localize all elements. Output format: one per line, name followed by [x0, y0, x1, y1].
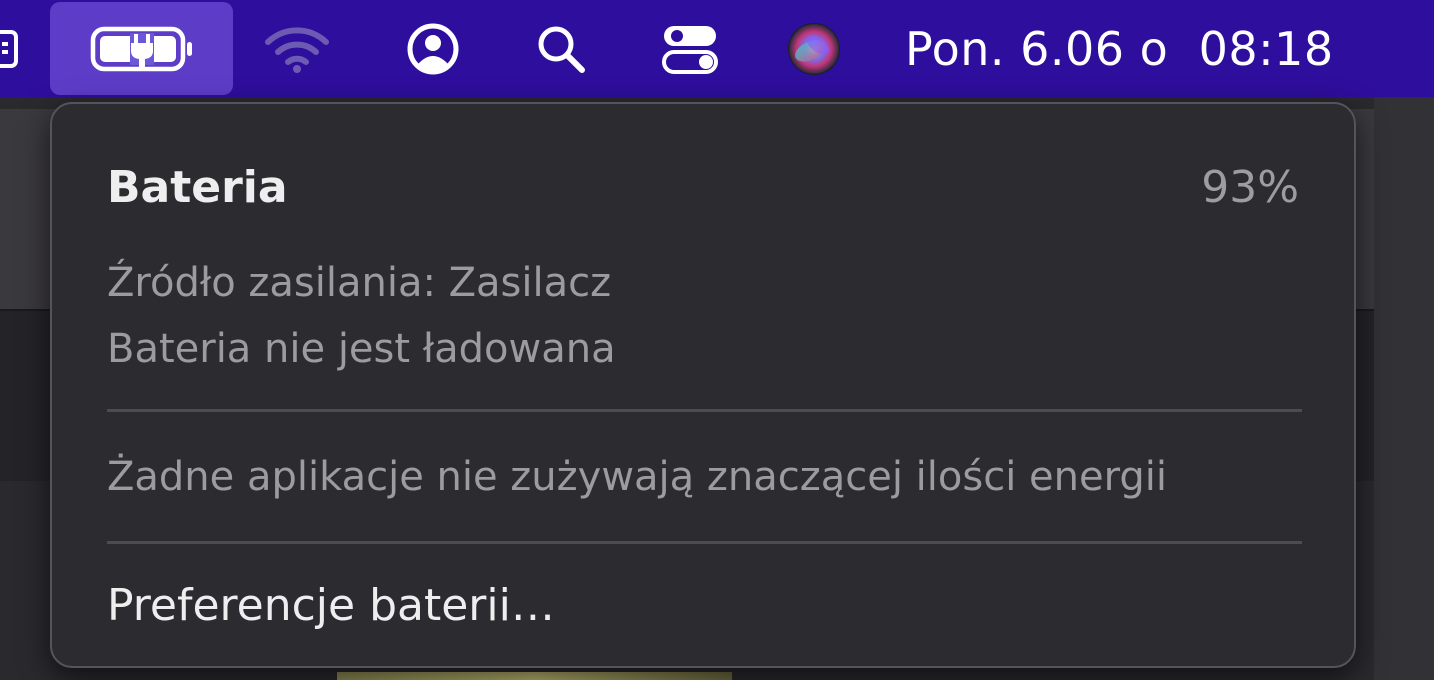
energy-usage-text: Żadne aplikacje nie zużywają znaczącej i…: [107, 454, 1167, 500]
battery-menu: Bateria 93% Źródło zasilania: Zasilacz B…: [50, 102, 1356, 668]
wifi-icon[interactable]: [262, 0, 332, 97]
charging-status-text: Bateria nie jest ładowana: [107, 326, 616, 372]
menu-separator: [107, 541, 1302, 544]
menu-bar: Pon. 6.06 o 08:18: [0, 0, 1434, 97]
siri-icon[interactable]: [784, 0, 844, 97]
power-source-text: Źródło zasilania: Zasilacz: [107, 260, 612, 306]
calendar-icon[interactable]: [0, 0, 20, 97]
battery-menu-title: Bateria: [107, 162, 288, 213]
background-thumbnail: [337, 672, 732, 680]
battery-preferences-menu-item[interactable]: Preferencje baterii…: [107, 580, 555, 631]
battery-charging-icon[interactable]: [50, 2, 233, 95]
background-edge: [1374, 97, 1434, 680]
control-center-icon[interactable]: [659, 0, 721, 97]
menubar-clock[interactable]: Pon. 6.06 o 08:18: [905, 0, 1334, 97]
battery-percent: 93%: [1201, 162, 1299, 213]
user-icon[interactable]: [403, 0, 463, 97]
menu-separator: [107, 409, 1302, 412]
search-icon[interactable]: [531, 0, 591, 97]
